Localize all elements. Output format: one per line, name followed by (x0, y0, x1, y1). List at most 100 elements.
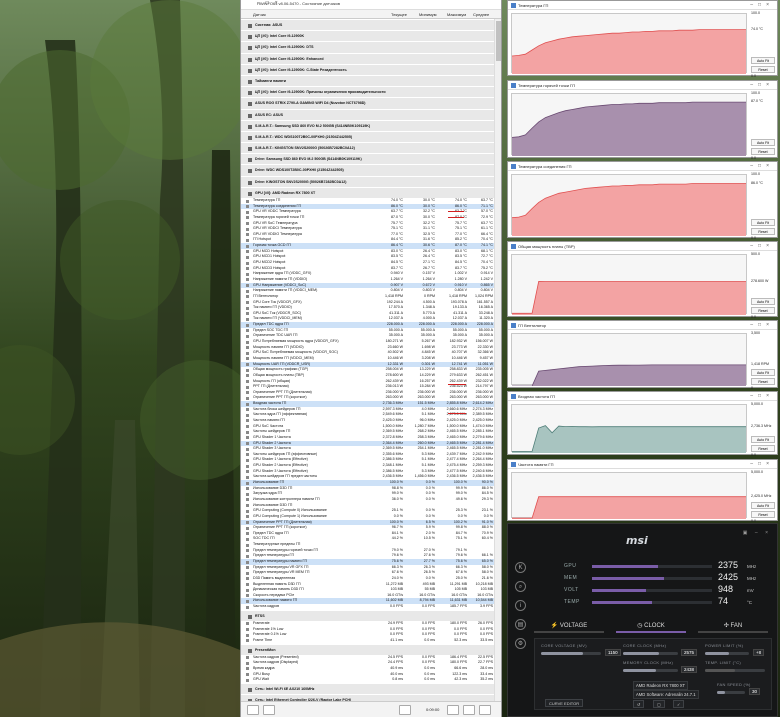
graph-window-controls[interactable]: –□× (750, 321, 774, 330)
power-limit-slider[interactable] (705, 652, 749, 655)
tab-fan[interactable]: ✣ FAN (698, 619, 768, 633)
reset-button[interactable]: Reset (751, 445, 775, 452)
tab-voltage[interactable]: ⚡ VOLTAGE (534, 619, 604, 633)
network-icon[interactable] (399, 705, 411, 715)
graph-window-controls[interactable]: –□× (750, 162, 774, 171)
auto-fit-button[interactable]: Auto Fit (751, 57, 775, 64)
sensor-group-row[interactable]: ASUS EC: ASUS (241, 108, 495, 120)
auto-fit-button[interactable]: Auto Fit (751, 436, 775, 443)
graph-title-bar[interactable]: Частота памяти ГП –□× (508, 460, 777, 469)
clock-icon[interactable] (447, 705, 459, 715)
sensor-group-row[interactable]: Тайминги памяти (241, 74, 495, 87)
sensor-icon (246, 210, 249, 214)
reset-button[interactable]: Reset (751, 378, 775, 385)
expand-icon (248, 648, 252, 653)
hwinfo-title-bar[interactable]: HWiNFO64 v8.06-5470 - Состояние датчиков… (241, 0, 501, 10)
sensor-group-row[interactable]: RTSS (241, 609, 495, 621)
gauge-label: TEMP (564, 599, 580, 605)
graph-title-bar[interactable]: Общая мощность платы (TBP) –□× (508, 242, 777, 251)
graph-title-bar[interactable]: ГП Вентилятор –□× (508, 321, 777, 330)
settings-gear-icon[interactable]: ⚙ (515, 638, 526, 649)
col-max[interactable]: Максимум (447, 12, 466, 17)
auto-fit-button[interactable]: Auto Fit (751, 139, 775, 146)
gauge-volt: VOLT 948 mV (536, 584, 766, 596)
save-button[interactable]: ▢ (653, 700, 665, 708)
graph-window-controls[interactable]: –□× (750, 81, 774, 90)
oc-scanner-icon[interactable]: ⌕ (515, 581, 526, 592)
graph-window-controls[interactable]: –□× (750, 392, 774, 401)
col-sensor[interactable]: Датчик (253, 12, 266, 17)
tab-clock[interactable]: ◷ CLOCK (616, 619, 686, 633)
apply-button[interactable]: ✓ (673, 700, 685, 708)
expand-icon (248, 57, 252, 62)
sensor-group-row[interactable]: ASUS ROG STRIX Z790-A GAMING WIFI D4 (Nu… (241, 97, 495, 109)
vertical-scrollbar[interactable] (494, 19, 501, 701)
auto-fit-button[interactable]: Auto Fit (751, 219, 775, 226)
sensor-icon (246, 413, 249, 417)
gauge-value: 2425 (718, 572, 739, 582)
core-clock-value[interactable]: 2575 (681, 649, 698, 656)
col-avg[interactable]: Среднее (473, 12, 489, 17)
graph-title-bar[interactable]: Температура горячей точки ГП –□× (508, 81, 777, 90)
sensor-group-row[interactable]: Drive: KINGSTON SNV2S2000G (50026B7282BC… (241, 175, 495, 187)
sensor-group-row[interactable]: Сеть: Intel Wi-Fi 6E AX210 160MHz (241, 682, 495, 695)
sensor-group-row[interactable]: S.M.A.R.T.: KINGSTON SNV2S2000G (50026B7… (241, 142, 495, 154)
sensor-icon (246, 295, 249, 299)
scrollbar-thumb[interactable] (496, 21, 501, 61)
sensor-group-row[interactable]: ЦП [#0]: Intel Core i9-12900K (241, 30, 495, 42)
sensor-group-row[interactable]: ЦП [#0]: Intel Core i9-12900K: C-State Р… (241, 63, 495, 75)
col-min[interactable]: Минимум (419, 12, 437, 17)
fan-speed-value[interactable]: 30 (749, 688, 761, 695)
graph-window-controls[interactable]: –□× (750, 1, 774, 10)
memory-clock-value[interactable]: 2438 (681, 666, 698, 673)
sensor-icon (246, 628, 249, 632)
reset-button[interactable]: Reset (751, 148, 775, 155)
auto-fit-button[interactable]: Auto Fit (751, 369, 775, 376)
auto-fit-button[interactable]: Auto Fit (751, 298, 775, 305)
sensor-group-row[interactable]: Drive: Samsung SSD 860 EVO M.2 500GB (S4… (241, 153, 495, 165)
reset-button[interactable]: ↺ (633, 700, 645, 708)
sensor-group-row[interactable]: Сеть: Intel Ethernet Controller I226-V (… (241, 694, 495, 701)
nav-back-button[interactable] (247, 705, 259, 715)
sensor-group-row[interactable]: Система: ASUS (241, 19, 495, 31)
graph-window-controls[interactable]: –□× (750, 460, 774, 469)
msi-window-controls[interactable]: ▣ – × (743, 530, 771, 536)
temp-limit-slider[interactable] (705, 669, 765, 672)
reset-button[interactable]: Reset (751, 307, 775, 314)
core-voltage-value[interactable]: 1150 (605, 649, 621, 656)
memory-clock-slider[interactable] (623, 669, 678, 672)
k-boost-icon[interactable]: K (515, 562, 526, 573)
core-clock-slider[interactable] (623, 652, 678, 655)
expand-icon (248, 687, 252, 692)
graph-title-bar[interactable]: Температура ГП –□× (508, 1, 777, 10)
graph-title-bar[interactable]: Входная частота ГП –□× (508, 392, 777, 401)
info-icon[interactable]: i (515, 600, 526, 611)
close-icon[interactable] (479, 705, 491, 715)
graph-window-controls[interactable]: –□× (750, 242, 774, 251)
sensor-group-row[interactable]: ЦП [#0]: Intel Core i9-12900K: DTS (241, 41, 495, 53)
graph-title-bar[interactable]: Температура соединения ГП –□× (508, 162, 777, 171)
sensor-group-row[interactable]: ЦП [#0]: Intel Core i9-12900K: Причины о… (241, 86, 495, 98)
auto-fit-button[interactable]: Auto Fit (751, 502, 775, 509)
reset-button[interactable]: Reset (751, 66, 775, 73)
power-limit-value[interactable]: +8 (753, 649, 765, 656)
reset-button[interactable]: Reset (751, 228, 775, 235)
core-voltage-slider[interactable] (541, 652, 601, 655)
sensor-group-row[interactable]: PresentMon (241, 643, 495, 655)
sensor-group-row[interactable]: GPU [#0]: AMD Radeon RX 7800 XT (241, 186, 495, 198)
expand-icon (248, 614, 252, 619)
col-current[interactable]: Текущее (391, 12, 407, 17)
fan-speed-slider[interactable] (717, 691, 745, 694)
nav-forward-button[interactable] (263, 705, 275, 715)
curve-editor-button[interactable]: CURVE EDITOR (545, 699, 584, 707)
sensor-group-row[interactable]: S.M.A.R.T.: Samsung SSD 860 EVO M.2 500G… (241, 119, 495, 131)
reset-button[interactable]: Reset (751, 511, 775, 518)
monitor-icon[interactable]: ▤ (515, 619, 526, 630)
sensor-group-row[interactable]: Drive: WDC WDS100T2B0C-00PXH0 (21504Z442… (241, 164, 495, 176)
expand-icon (248, 79, 252, 84)
graph-area (512, 183, 746, 236)
settings-icon[interactable] (463, 705, 475, 715)
sensor-group-row[interactable]: S.M.A.R.T.: WDC WDS100T2B0C-00PXH0 (2150… (241, 130, 495, 143)
window-controls[interactable]: –□× (257, 0, 499, 6)
sensor-group-row[interactable]: ЦП [#0]: Intel Core i9-12900K: Enhanced (241, 52, 495, 64)
